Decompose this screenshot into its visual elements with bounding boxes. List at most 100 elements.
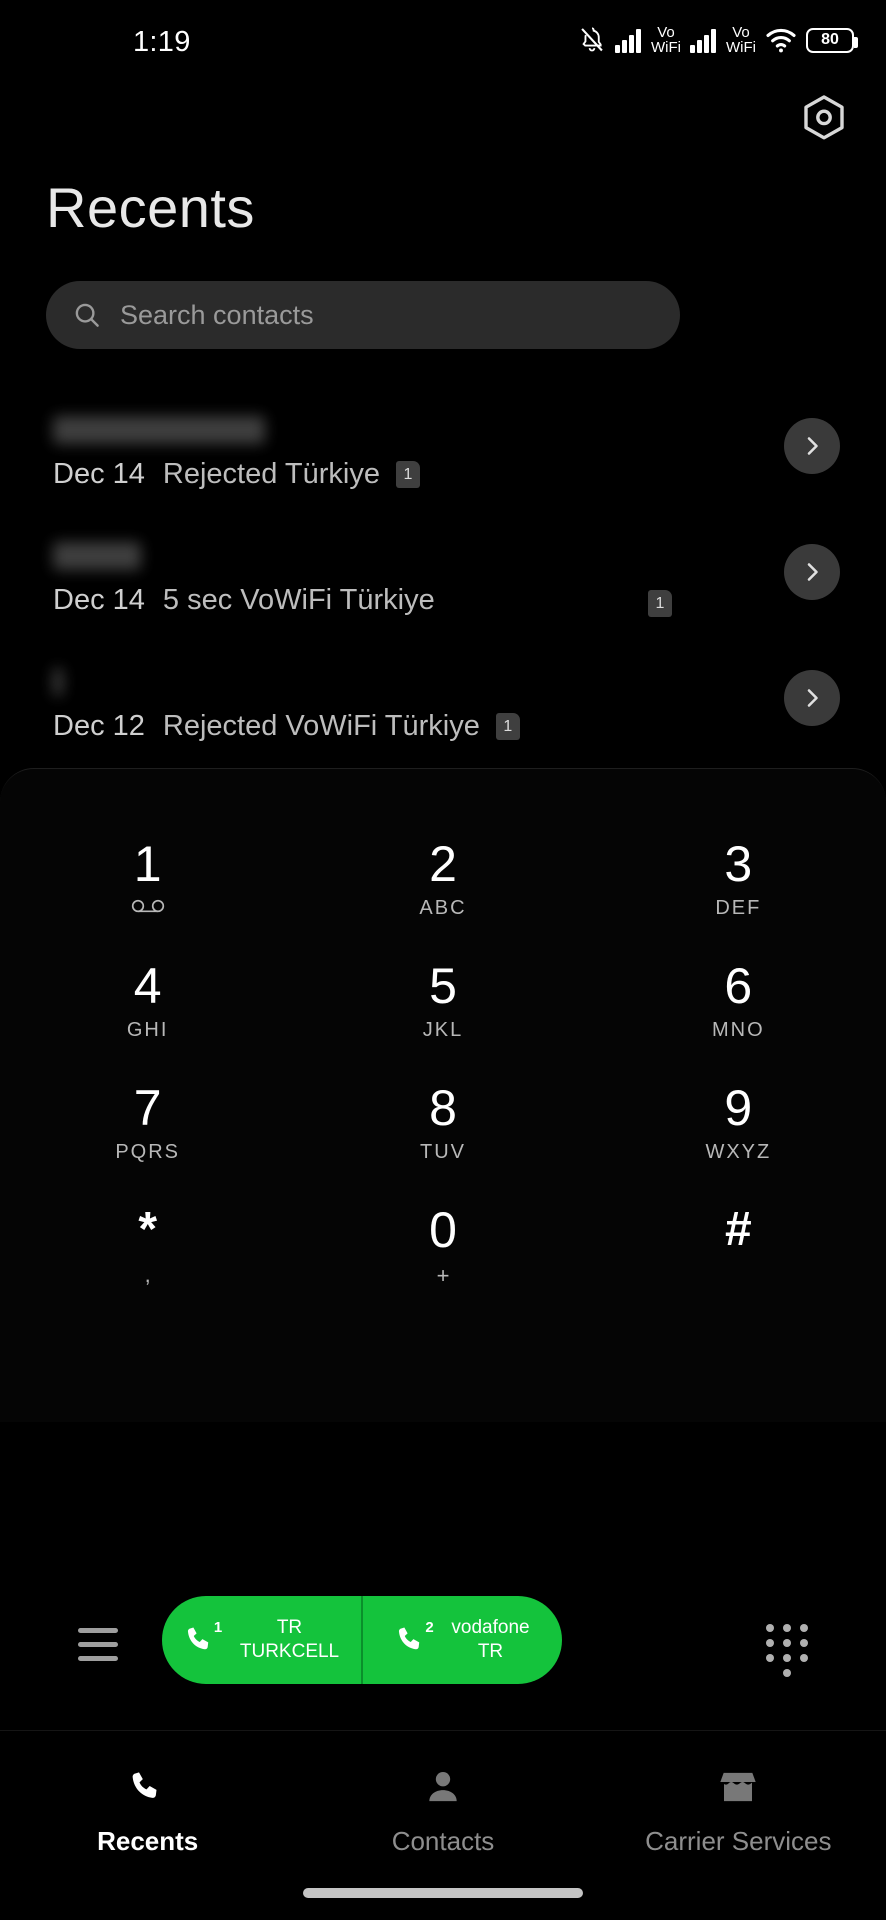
dialpad-key-sub: DEF — [715, 897, 762, 919]
nav-item-contacts[interactable]: Contacts — [295, 1767, 590, 1857]
chevron-right-icon — [807, 437, 818, 455]
vowifi-line2: WiFi — [726, 39, 756, 56]
battery-level: 80 — [821, 31, 839, 48]
phone-call-icon — [399, 1627, 420, 1650]
chevron-right-icon — [807, 689, 818, 707]
search-input[interactable]: Search contacts — [46, 281, 680, 349]
call-date: Dec 14 — [53, 584, 145, 616]
dialpad-sheet: 1 2 ABC 3 DEF 4 GHI 5 JKL 6 MNO 7 PQRS 8 TUV 9 WXYZ *, 0 + # — [0, 768, 886, 1422]
dialpad-key-digit: * — [138, 1203, 157, 1256]
dialpad-key-sub: PQRS — [115, 1141, 180, 1163]
sim1-line2: TURKCELL — [239, 1641, 340, 1662]
dialpad-key-digit: 4 — [133, 958, 162, 1014]
dialpad-key-digit: 2 — [429, 836, 457, 892]
dialpad-key-2[interactable]: 2 ABC — [295, 829, 590, 929]
vowifi-line2: WiFi — [651, 39, 681, 56]
call-log-row[interactable]: Dec 14 5 sec VoWiFi Türkiye 1 — [0, 526, 886, 652]
contact-name-redacted — [53, 416, 265, 444]
call-button-sim1[interactable]: 1 TR TURKCELL — [162, 1596, 361, 1684]
call-details-button[interactable] — [784, 418, 840, 474]
hamburger-menu-icon[interactable] — [78, 1628, 118, 1661]
dialpad-key-sub: + — [436, 1263, 450, 1288]
dialpad-key-1[interactable]: 1 — [0, 829, 295, 929]
vowifi-line1: Vo — [732, 23, 750, 41]
nav-item-label: Carrier Services — [645, 1826, 832, 1856]
status-time: 1:19 — [133, 26, 191, 58]
sim1-line1: TR — [276, 1617, 303, 1639]
dialpad-dots-icon[interactable] — [766, 1624, 810, 1677]
dialpad-key-8[interactable]: 8 TUV — [295, 1073, 590, 1173]
dialpad-key-0[interactable]: 0 + — [295, 1195, 590, 1295]
dialpad-key-hash[interactable]: # — [591, 1195, 886, 1295]
call-detail: Rejected Türkiye — [162, 458, 380, 490]
dialpad-key-digit: 8 — [429, 1080, 457, 1136]
call-log-list: Dec 14 Rejected Türkiye 1 Dec 14 5 sec VoWiF… — [0, 400, 886, 778]
call-details-button[interactable] — [784, 670, 840, 726]
dialpad-key-digit: 1 — [133, 836, 162, 892]
signal-bars-icon-sim1 — [615, 27, 641, 53]
dialpad-key-digit: 6 — [724, 958, 753, 1014]
search-placeholder: Search contacts — [120, 299, 314, 330]
dialpad-key-sub: GHI — [126, 1019, 169, 1041]
status-icons: Vo WiFi Vo WiFi 80 — [578, 22, 858, 58]
call-log-row[interactable]: Dec 14 Rejected Türkiye 1 — [0, 400, 886, 526]
dialpad-key-6[interactable]: 6 MNO — [591, 951, 886, 1051]
signal-bars-icon-sim2 — [690, 27, 716, 53]
sim2-number: 2 — [425, 1619, 434, 1636]
contact-name-redacted — [53, 542, 141, 570]
dialpad-key-star[interactable]: *, — [0, 1195, 295, 1295]
settings-button[interactable] — [794, 90, 854, 150]
dialpad-key-sub: , — [144, 1262, 151, 1287]
phone-call-icon — [187, 1627, 209, 1650]
phone-icon — [128, 1767, 168, 1812]
nav-item-recents[interactable]: Recents — [0, 1767, 295, 1857]
phone-app-screen: 1:19 Vo WiFi Vo WiFi 80 Recents Search c… — [0, 0, 886, 1920]
chevron-right-icon — [807, 563, 818, 581]
call-details-button[interactable] — [784, 544, 840, 600]
dialpad-key-sub: WXYZ — [705, 1141, 772, 1163]
status-bar: 1:19 Vo WiFi Vo WiFi 80 — [0, 0, 886, 78]
dialpad-key-sub: JKL — [422, 1019, 464, 1041]
dialpad-key-digit: 9 — [724, 1080, 753, 1136]
call-meta: Dec 14 5 sec VoWiFi Türkiye — [53, 584, 435, 617]
ringer-off-icon — [581, 27, 603, 52]
voicemail-icon — [131, 897, 165, 919]
dialpad-key-sub: ABC — [419, 897, 467, 919]
dialpad-key-3[interactable]: 3 DEF — [591, 829, 886, 929]
sim-badge: 1 — [648, 590, 672, 617]
sim2-line2: TR — [477, 1641, 504, 1662]
dialpad-key-digit: 5 — [429, 958, 457, 1014]
dialpad-key-digit: 7 — [133, 1080, 162, 1136]
dialpad-key-9[interactable]: 9 WXYZ — [591, 1073, 886, 1173]
battery-icon: 80 — [806, 27, 858, 53]
nav-item-label: Recents — [97, 1826, 199, 1856]
dialpad-key-digit: 3 — [724, 836, 753, 892]
contact-name-redacted — [53, 668, 63, 696]
sim-badge: 1 — [495, 713, 520, 740]
call-meta: Dec 12 Rejected VoWiFi Türkiye 1 — [53, 710, 520, 743]
call-log-row[interactable]: Dec 12 Rejected VoWiFi Türkiye 1 — [0, 652, 886, 778]
page-title: Recents — [46, 176, 255, 239]
nav-item-carrier-services[interactable]: Carrier Services — [591, 1767, 886, 1857]
dialpad-key-7[interactable]: 7 PQRS — [0, 1073, 295, 1173]
call-button[interactable]: 1 TR TURKCELL 2 vodafone TR — [162, 1596, 562, 1684]
call-detail: Rejected VoWiFi Türkiye — [162, 710, 480, 742]
sim2-line1: vodafone — [451, 1617, 530, 1639]
dialpad-action-bar: 1 TR TURKCELL 2 vodafone TR — [0, 1578, 886, 1718]
call-date: Dec 12 — [53, 710, 145, 742]
wifi-icon — [766, 28, 796, 53]
call-date: Dec 14 — [53, 458, 145, 490]
call-meta: Dec 14 Rejected Türkiye 1 — [53, 458, 420, 491]
dialpad-key-digit: # — [724, 1203, 752, 1256]
search-icon — [75, 303, 99, 327]
vowifi-icon-sim2: Vo WiFi — [726, 23, 756, 56]
dialpad-keys: 1 2 ABC 3 DEF 4 GHI 5 JKL 6 MNO 7 PQRS 8 TUV 9 WXYZ *, 0 + # — [0, 829, 886, 1295]
sim-badge: 1 — [395, 461, 420, 488]
vowifi-line1: Vo — [657, 23, 675, 41]
person-icon — [423, 1767, 463, 1812]
nav-item-label: Contacts — [391, 1826, 495, 1856]
dialpad-key-4[interactable]: 4 GHI — [0, 951, 295, 1051]
call-button-sim2[interactable]: 2 vodafone TR — [361, 1596, 562, 1684]
call-detail: 5 sec VoWiFi Türkiye — [162, 584, 435, 616]
dialpad-key-5[interactable]: 5 JKL — [295, 951, 590, 1051]
